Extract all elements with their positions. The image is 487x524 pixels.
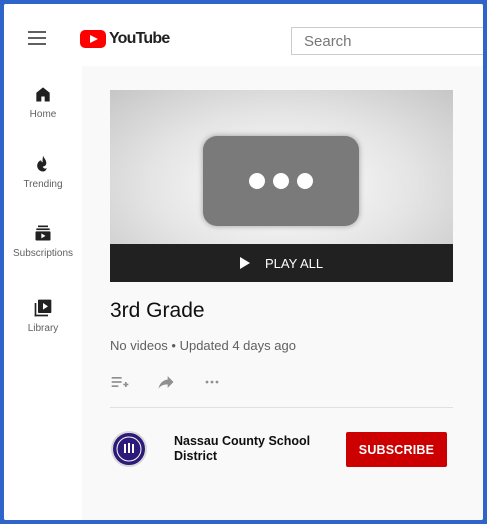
playlist-title: 3rd Grade	[110, 299, 205, 322]
sidebar-item-trending[interactable]: Trending	[4, 154, 82, 190]
play-icon	[240, 257, 250, 269]
play-all-button[interactable]: PLAY ALL	[110, 244, 453, 282]
no-video-placeholder-icon	[203, 136, 359, 226]
subscribe-button[interactable]: SUBSCRIBE	[346, 432, 447, 467]
channel-name[interactable]: Nassau County School District	[174, 434, 324, 464]
channel-avatar[interactable]	[111, 431, 147, 467]
youtube-play-icon	[80, 30, 106, 48]
menu-icon[interactable]	[28, 31, 46, 45]
search-input[interactable]	[291, 27, 483, 55]
play-all-label: PLAY ALL	[265, 256, 324, 271]
sidebar-item-subscriptions[interactable]: Subscriptions	[4, 223, 82, 259]
library-icon	[34, 299, 52, 317]
sidebar-item-home[interactable]: Home	[4, 84, 82, 120]
sidebar: Home Trending Subscriptions Library	[4, 66, 82, 520]
subscriptions-icon	[35, 225, 51, 241]
top-bar: YouTube	[4, 4, 483, 66]
sidebar-item-label: Subscriptions	[12, 248, 74, 259]
divider	[110, 407, 453, 408]
add-to-queue-icon[interactable]	[110, 372, 130, 392]
playlist-main: PLAY ALL 3rd Grade No videos • Updated 4…	[82, 66, 483, 520]
sidebar-item-label: Trending	[23, 179, 63, 190]
district-seal-icon	[115, 435, 143, 463]
sidebar-item-library[interactable]: Library	[4, 298, 82, 334]
share-icon[interactable]	[156, 372, 176, 392]
more-options-icon[interactable]	[202, 372, 222, 392]
trending-icon	[37, 155, 47, 172]
browser-frame: YouTube Home Trending Subscriptions	[4, 4, 483, 520]
youtube-logo[interactable]: YouTube	[80, 30, 170, 48]
home-icon	[36, 87, 50, 102]
playlist-meta: No videos • Updated 4 days ago	[110, 338, 296, 353]
sidebar-item-label: Library	[27, 323, 59, 334]
sidebar-item-label: Home	[29, 109, 57, 120]
logo-text: YouTube	[109, 30, 170, 47]
